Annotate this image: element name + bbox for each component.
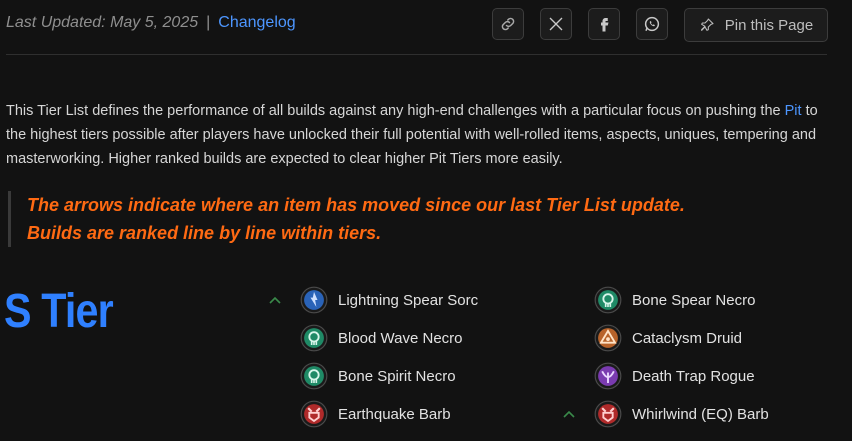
top-bar: Last Updated: May 5, 2025 | Changelog Pin … — [0, 0, 852, 52]
last-updated-text: Last Updated: May 5, 2025 — [6, 14, 199, 31]
build-name: Bone Spear Necro — [632, 291, 756, 309]
moved-up-arrow-icon — [563, 410, 575, 418]
callout-line-1: The arrows indicate where an item has mo… — [27, 195, 685, 215]
meta-separator: | — [206, 14, 211, 31]
necromancer-class-icon — [300, 362, 328, 390]
link-icon — [501, 17, 515, 31]
tier-list-description: This Tier List defines the performance o… — [6, 99, 821, 171]
share-facebook-button[interactable] — [588, 8, 620, 40]
arrows-callout: The arrows indicate where an item has mo… — [8, 191, 685, 247]
build-name: Blood Wave Necro — [338, 329, 463, 347]
header-divider — [6, 54, 827, 55]
build-entry[interactable]: Earthquake Barb — [300, 398, 451, 430]
druid-class-icon — [594, 324, 622, 352]
pin-label: Pin this Page — [724, 16, 814, 34]
necromancer-class-icon — [594, 286, 622, 314]
build-entry[interactable]: Whirlwind (EQ) Barb — [563, 398, 769, 430]
pit-link[interactable]: Pit — [785, 103, 802, 119]
pin-page-button[interactable]: Pin this Page — [684, 8, 828, 42]
build-entry[interactable]: Cataclysm Druid — [594, 322, 742, 354]
moved-up-arrow-icon — [269, 296, 281, 304]
rogue-class-icon — [594, 362, 622, 390]
build-entry[interactable]: Death Trap Rogue — [594, 360, 755, 392]
build-name: Bone Spirit Necro — [338, 367, 456, 385]
changelog-link[interactable]: Changelog — [218, 14, 295, 31]
build-entry[interactable]: Bone Spirit Necro — [300, 360, 456, 392]
last-updated-meta: Last Updated: May 5, 2025 | Changelog — [6, 14, 296, 32]
whatsapp-icon — [644, 16, 660, 32]
tier-heading: S Tier — [4, 285, 114, 338]
pin-icon — [700, 18, 714, 31]
build-entry[interactable]: Blood Wave Necro — [300, 322, 463, 354]
build-name: Cataclysm Druid — [632, 329, 743, 347]
facebook-icon — [601, 18, 609, 32]
callout-line-2: Builds are ranked line by line within ti… — [27, 223, 382, 243]
build-name: Lightning Spear Sorc — [338, 291, 479, 309]
build-name: Whirlwind (EQ) Barb — [632, 405, 769, 423]
build-entry[interactable]: Bone Spear Necro — [594, 284, 755, 316]
x-icon — [549, 17, 563, 31]
necromancer-class-icon — [300, 324, 328, 352]
sorcerer-class-icon — [300, 286, 328, 314]
barbarian-class-icon — [594, 400, 622, 428]
share-x-button[interactable] — [540, 8, 572, 40]
build-name: Death Trap Rogue — [632, 367, 755, 385]
copy-link-button[interactable] — [492, 8, 524, 40]
build-name: Earthquake Barb — [338, 405, 451, 423]
share-whatsapp-button[interactable] — [636, 8, 668, 40]
build-entry[interactable]: Lightning Spear Sorc — [269, 284, 479, 316]
description-text-1: This Tier List defines the performance o… — [6, 103, 785, 119]
barbarian-class-icon — [300, 400, 328, 428]
